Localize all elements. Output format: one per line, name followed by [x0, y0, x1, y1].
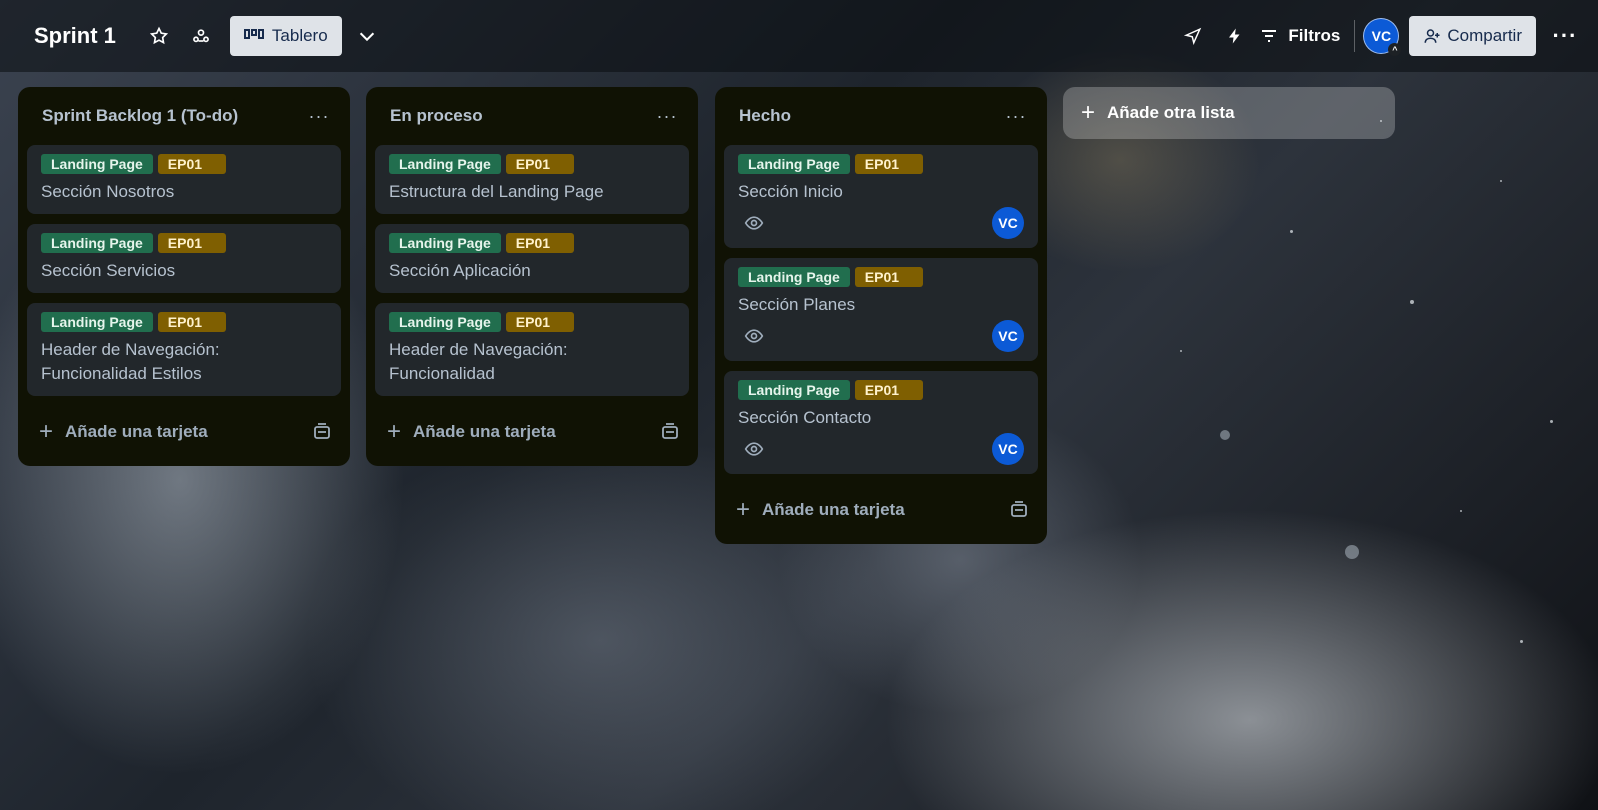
- label-landing-page[interactable]: Landing Page: [389, 233, 501, 253]
- admin-badge-icon: ^: [1388, 43, 1402, 56]
- board-header: Sprint 1 Tablero Filtros VC ^ Compartir …: [0, 0, 1598, 72]
- eye-icon: [744, 329, 764, 343]
- label-landing-page[interactable]: Landing Page: [738, 267, 850, 287]
- plus-icon: +: [1081, 99, 1096, 126]
- list-hecho: Hecho ··· Landing Page EP01 Sección Inic…: [715, 87, 1047, 544]
- card[interactable]: Landing Page EP01 Header de Navegación: …: [27, 303, 341, 396]
- add-card-label: Añade una tarjeta: [413, 422, 556, 441]
- card-template-icon[interactable]: [313, 423, 331, 441]
- automation-icon[interactable]: [1218, 19, 1252, 53]
- share-button[interactable]: Compartir: [1409, 16, 1536, 56]
- label-landing-page[interactable]: Landing Page: [738, 154, 850, 174]
- label-landing-page[interactable]: Landing Page: [389, 312, 501, 332]
- card-title: Sección Planes: [738, 295, 856, 314]
- list-title[interactable]: En proceso: [390, 106, 483, 126]
- card[interactable]: Landing Page EP01 Sección Contacto VC: [724, 371, 1038, 474]
- label-ep01[interactable]: EP01: [854, 380, 923, 400]
- more-menu-icon[interactable]: ···: [1548, 23, 1582, 49]
- eye-icon: [744, 442, 764, 456]
- label-ep01[interactable]: EP01: [854, 154, 923, 174]
- card-title: Header de Navegación: Funcionalidad Esti…: [41, 340, 220, 383]
- star-icon[interactable]: [142, 19, 176, 53]
- eye-icon: [744, 216, 764, 230]
- list-title[interactable]: Hecho: [739, 106, 791, 126]
- card-title: Sección Aplicación: [389, 261, 531, 280]
- card[interactable]: Landing Page EP01 Sección Nosotros: [27, 145, 341, 214]
- label-landing-page[interactable]: Landing Page: [738, 380, 850, 400]
- label-ep01[interactable]: EP01: [505, 154, 574, 174]
- add-card-button[interactable]: + Añade una tarjeta: [724, 484, 1038, 536]
- filters-button[interactable]: Filtros: [1260, 26, 1340, 46]
- board-icon: [243, 29, 264, 39]
- card-title: Sección Contacto: [738, 408, 872, 427]
- power-ups-icon[interactable]: [1176, 19, 1210, 53]
- card[interactable]: Landing Page EP01 Sección Servicios: [27, 224, 341, 293]
- list-header: En proceso ···: [375, 87, 689, 145]
- card-title: Sección Nosotros: [41, 182, 175, 201]
- add-card-button[interactable]: + Añade una tarjeta: [27, 406, 341, 458]
- card[interactable]: Landing Page EP01 Sección Aplicación: [375, 224, 689, 293]
- add-card-label: Añade una tarjeta: [762, 500, 905, 519]
- label-ep01[interactable]: EP01: [157, 233, 226, 253]
- card-template-icon[interactable]: [1010, 501, 1028, 519]
- workspace-visibility-icon[interactable]: [184, 19, 218, 53]
- label-landing-page[interactable]: Landing Page: [389, 154, 501, 174]
- filter-icon: [1262, 30, 1277, 42]
- card-member-avatar[interactable]: VC: [992, 207, 1024, 239]
- board-title[interactable]: Sprint 1: [34, 23, 116, 49]
- add-list-button[interactable]: + Añade otra lista: [1063, 87, 1395, 139]
- label-landing-page[interactable]: Landing Page: [41, 312, 153, 332]
- label-ep01[interactable]: EP01: [505, 312, 574, 332]
- list-header: Sprint Backlog 1 (To-do) ···: [27, 87, 341, 145]
- list-header: Hecho ···: [724, 87, 1038, 145]
- list-menu-icon[interactable]: ···: [1002, 106, 1030, 127]
- card-title: Header de Navegación: Funcionalidad: [389, 340, 568, 383]
- chevron-down-icon[interactable]: [350, 19, 384, 53]
- label-landing-page[interactable]: Landing Page: [41, 233, 153, 253]
- filters-label: Filtros: [1288, 26, 1341, 45]
- plus-icon: +: [387, 418, 402, 445]
- label-ep01[interactable]: EP01: [157, 154, 226, 174]
- card-member-avatar[interactable]: VC: [992, 320, 1024, 352]
- add-list-label: Añade otra lista: [1107, 103, 1235, 122]
- label-ep01[interactable]: EP01: [854, 267, 923, 287]
- add-person-icon: [1424, 29, 1440, 43]
- card[interactable]: Landing Page EP01 Sección Inicio VC: [724, 145, 1038, 248]
- card[interactable]: Landing Page EP01 Estructura del Landing…: [375, 145, 689, 214]
- share-label: Compartir: [1447, 26, 1522, 45]
- member-avatar-initials: VC: [1371, 28, 1392, 44]
- list-sprint-backlog: Sprint Backlog 1 (To-do) ··· Landing Pag…: [18, 87, 350, 466]
- add-card-label: Añade una tarjeta: [65, 422, 208, 441]
- plus-icon: +: [39, 418, 54, 445]
- card-title: Sección Inicio: [738, 182, 843, 201]
- card-member-avatar[interactable]: VC: [992, 433, 1024, 465]
- board-view-button[interactable]: Tablero: [229, 16, 342, 56]
- list-title[interactable]: Sprint Backlog 1 (To-do): [42, 106, 238, 126]
- list-menu-icon[interactable]: ···: [305, 106, 333, 127]
- member-avatar[interactable]: VC ^: [1363, 18, 1402, 56]
- card-template-icon[interactable]: [661, 423, 679, 441]
- label-ep01[interactable]: EP01: [505, 233, 574, 253]
- list-menu-icon[interactable]: ···: [653, 106, 681, 127]
- card[interactable]: Landing Page EP01 Sección Planes VC: [724, 258, 1038, 361]
- label-landing-page[interactable]: Landing Page: [41, 154, 153, 174]
- card-title: Estructura del Landing Page: [389, 182, 604, 201]
- card-title: Sección Servicios: [41, 261, 176, 280]
- plus-icon: +: [736, 496, 751, 523]
- list-en-proceso: En proceso ··· Landing Page EP01 Estruct…: [366, 87, 698, 466]
- header-divider: [1354, 20, 1356, 52]
- add-card-button[interactable]: + Añade una tarjeta: [375, 406, 689, 458]
- card[interactable]: Landing Page EP01 Header de Navegación: …: [375, 303, 689, 396]
- board-view-label: Tablero: [271, 26, 328, 45]
- label-ep01[interactable]: EP01: [157, 312, 226, 332]
